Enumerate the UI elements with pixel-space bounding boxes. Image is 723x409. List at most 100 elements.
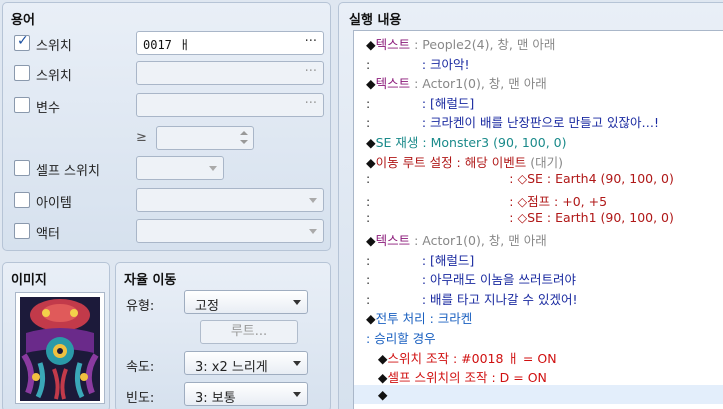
- speed-label: 속도:: [126, 360, 155, 375]
- terms-panel: 용어 ✓ 스위치 0017 ㅐ ··· 스위치 ··· 변수 ··· ≥ 셀프 …: [2, 2, 331, 251]
- command-line[interactable]: ◆SE 재생 : Monster3 (90, 100, 0): [354, 130, 723, 150]
- variable-ge-sign: ≥: [136, 130, 147, 145]
- self-switch-row: 셀프 스위치: [3, 156, 330, 180]
- actor-label: 액터: [36, 227, 60, 242]
- command-segment: : 아무래도 이놈을 쓰러트려야: [370, 272, 577, 288]
- command-line[interactable]: ◆텍스트 : Actor1(0), 창, 맨 아래: [354, 71, 723, 92]
- command-text: ◆스위치 조작 : #0018 ㅐ = ON: [366, 348, 557, 367]
- command-line[interactable]: ◆스위치 조작 : #0018 ㅐ = ON: [354, 346, 723, 367]
- freq-select[interactable]: 3: 보통: [184, 382, 308, 406]
- command-segment: : ◇점프 : +0, +5: [370, 193, 608, 209]
- command-line[interactable]: : : 배를 타고 지나갈 수 있겠어!: [354, 287, 723, 307]
- item-select[interactable]: [136, 188, 324, 212]
- variable-value-spinner[interactable]: [156, 126, 254, 150]
- command-text: ◆텍스트 : Actor1(0), 창, 맨 아래: [366, 73, 547, 92]
- ellipsis-icon[interactable]: ···: [305, 96, 317, 111]
- type-select[interactable]: 고정: [184, 290, 308, 314]
- command-line[interactable]: : : [해럴드]: [354, 91, 723, 112]
- switch1-label: 스위치: [36, 39, 72, 54]
- command-segment: (대기): [526, 154, 563, 170]
- image-title: 이미지: [11, 273, 47, 288]
- command-line[interactable]: : : ◇SE : Earth4 (90, 100, 0): [354, 169, 723, 188]
- switch2-field[interactable]: ···: [136, 61, 324, 85]
- command-line[interactable]: ◆이동 루트 설정 : 해당 이벤트 (대기): [354, 150, 723, 170]
- command-segment: : [해럴드]: [370, 252, 475, 268]
- event-command-list[interactable]: ◆텍스트 : People2(4), 창, 맨 아래: : 크아악! ◆텍스트 :…: [353, 30, 723, 409]
- command-text: : : [해럴드]: [366, 93, 474, 112]
- command-segment: ◆: [366, 233, 376, 248]
- command-segment: SE 재생 : Monster3 (90, 100, 0): [375, 135, 567, 150]
- command-text: : : 크라켄이 배를 난장판으로 만들고 있잖아…!: [366, 112, 659, 131]
- command-line[interactable]: : : 크아악!: [354, 52, 723, 72]
- command-line[interactable]: : : ◇점프 : +0, +5: [354, 189, 723, 210]
- autonomous-title: 자율 이동: [124, 273, 177, 288]
- command-text: ◆전투 처리 : 크라켄: [366, 308, 472, 327]
- command-segment: ◆: [366, 311, 376, 327]
- command-segment: ◆: [366, 386, 388, 402]
- ellipsis-icon[interactable]: ···: [305, 34, 317, 49]
- command-line[interactable]: : : 크라켄이 배를 난장판으로 만들고 있잖아…!: [354, 110, 723, 131]
- ellipsis-icon[interactable]: ···: [305, 64, 317, 79]
- command-text: ◆텍스트 : People2(4), 창, 맨 아래: [366, 34, 555, 53]
- autonomous-panel: 자율 이동 유형: 고정 루트... 속도: 3: x2 느리게 빈도: 3: …: [115, 262, 331, 409]
- command-line[interactable]: ◆텍스트 : People2(4), 창, 맨 아래: [354, 32, 723, 53]
- command-segment: 셀프 스위치의 조작 : D = ON: [387, 370, 547, 386]
- command-segment: : People2(4), 창, 맨 아래: [410, 37, 556, 52]
- variable-checkbox[interactable]: [14, 97, 30, 113]
- command-line[interactable]: ◆: [354, 384, 723, 404]
- command-segment: : Actor1(0), 창, 맨 아래: [410, 76, 547, 92]
- contents-title: 실행 내용: [349, 13, 402, 28]
- command-segment: : Actor1(0), 창, 맨 아래: [410, 233, 547, 248]
- freq-label: 빈도:: [126, 391, 155, 406]
- command-segment: : ◇SE : Earth4 (90, 100, 0): [370, 171, 674, 187]
- actor-select[interactable]: [136, 219, 324, 243]
- route-button[interactable]: 루트...: [200, 320, 298, 344]
- chevron-down-icon: [309, 229, 317, 234]
- speed-select[interactable]: 3: x2 느리게: [184, 351, 308, 375]
- command-line[interactable]: ◆셀프 스위치의 조작 : D = ON: [354, 365, 723, 386]
- terms-title: 용어: [11, 13, 35, 28]
- self-switch-checkbox[interactable]: [14, 160, 30, 176]
- command-segment: ◆: [366, 76, 376, 92]
- command-text: : : ◇점프 : +0, +5: [366, 191, 607, 210]
- variable-row: 변수 ···: [3, 93, 330, 117]
- command-text: : : 아무래도 이놈을 쓰러트려야: [366, 269, 576, 288]
- item-checkbox[interactable]: [14, 192, 30, 208]
- command-text: : : [해럴드]: [366, 250, 474, 269]
- command-text: ◆텍스트 : Actor1(0), 창, 맨 아래: [366, 230, 547, 249]
- command-segment: : 크라켄이 배를 난장판으로 만들고 있잖아…!: [370, 115, 659, 131]
- switch2-checkbox[interactable]: [14, 65, 30, 81]
- command-line[interactable]: : : 아무래도 이놈을 쓰러트려야: [354, 267, 723, 288]
- check-icon: ✓: [17, 33, 29, 49]
- command-text: ◆: [366, 387, 388, 402]
- switch2-label: 스위치: [36, 69, 72, 84]
- command-segment: ◆: [366, 135, 376, 150]
- self-switch-select[interactable]: [136, 156, 224, 180]
- actor-row: 액터: [3, 219, 330, 243]
- event-image[interactable]: [15, 292, 105, 404]
- command-segment: 텍스트: [375, 37, 411, 52]
- command-line[interactable]: ◆텍스트 : Actor1(0), 창, 맨 아래: [354, 228, 723, 249]
- command-segment: : 크아악!: [370, 56, 470, 72]
- command-line[interactable]: ◆전투 처리 : 크라켄: [354, 306, 723, 327]
- chevron-down-icon: [293, 361, 301, 366]
- command-line[interactable]: : : [해럴드]: [354, 248, 723, 269]
- variable-field[interactable]: ···: [136, 93, 324, 117]
- command-text: ◆셀프 스위치의 조작 : D = ON: [366, 367, 547, 386]
- chevron-down-icon: [309, 198, 317, 203]
- command-line[interactable]: : 승리할 경우: [354, 326, 723, 347]
- switch1-field[interactable]: 0017 ㅐ ···: [136, 31, 324, 55]
- chevron-down-icon: [293, 392, 301, 397]
- command-text: : : ◇SE : Earth4 (90, 100, 0): [366, 171, 674, 186]
- spin-down-icon[interactable]: [240, 140, 248, 144]
- actor-checkbox[interactable]: [14, 223, 30, 239]
- command-segment: ◆: [366, 37, 376, 52]
- command-segment: 전투 처리 : 크라켄: [375, 311, 473, 327]
- command-text: : 승리할 경우: [366, 328, 436, 347]
- switch2-row: 스위치 ···: [3, 61, 330, 85]
- command-segment: : [해럴드]: [370, 95, 475, 111]
- command-line[interactable]: : : ◇SE : Earth1 (90, 100, 0): [354, 208, 723, 227]
- spin-up-icon[interactable]: [240, 131, 248, 135]
- switch1-checkbox[interactable]: ✓: [14, 33, 30, 51]
- type-value: 고정: [195, 299, 219, 314]
